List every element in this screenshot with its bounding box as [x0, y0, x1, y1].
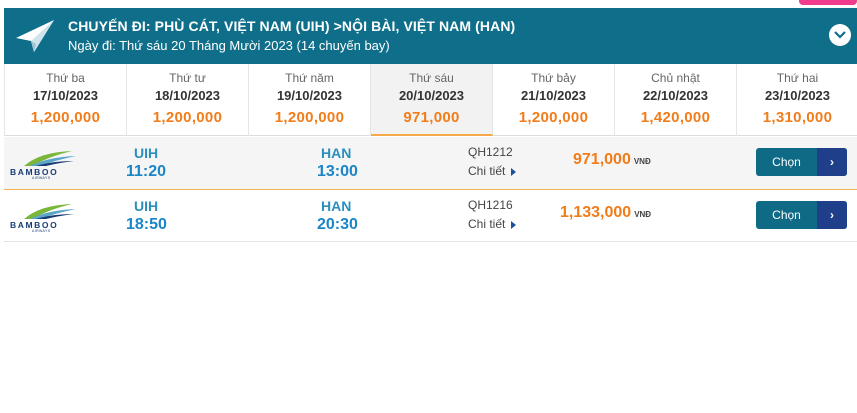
- date-tab[interactable]: Thứ bảy 21/10/2023 1,200,000: [493, 64, 615, 136]
- trip-header: CHUYẾN ĐI: PHÙ CÁT, VIỆT NAM (UIH) >NỘI …: [4, 8, 857, 64]
- select-flight-button[interactable]: Chọn ›: [756, 148, 847, 176]
- date-lowest-price: 1,420,000: [640, 109, 711, 126]
- date-lowest-price: 971,000: [403, 109, 460, 126]
- date-lowest-price: 1,200,000: [518, 109, 589, 126]
- arrival-time: 20:30: [317, 216, 358, 233]
- flight-number: QH1216: [468, 198, 513, 212]
- caret-right-icon: [511, 220, 517, 229]
- flight-number: QH1212: [468, 145, 513, 159]
- flight-price: 1,133,000 VNĐ: [560, 204, 651, 222]
- detail-label: Chi tiết: [468, 164, 506, 178]
- trip-title: CHUYẾN ĐI: PHÙ CÁT, VIỆT NAM (UIH) >NỘI …: [68, 18, 516, 34]
- date-weekday: Thứ bảy: [531, 71, 576, 85]
- top-accent-bar: [799, 0, 857, 5]
- date-weekday: Thứ ba: [46, 71, 85, 85]
- chevron-right-icon: ›: [817, 201, 847, 229]
- date-value: 22/10/2023: [642, 88, 709, 103]
- date-weekday: Chủ nhật: [651, 71, 700, 85]
- date-value: 20/10/2023: [398, 88, 465, 103]
- price-value: 971,000: [573, 151, 631, 168]
- date-tab[interactable]: Chủ nhật 22/10/2023 1,420,000: [615, 64, 737, 136]
- date-weekday: Thứ hai: [776, 71, 819, 85]
- date-value: 19/10/2023: [276, 88, 343, 103]
- date-tab[interactable]: Thứ năm 19/10/2023 1,200,000: [249, 64, 371, 136]
- date-value: 21/10/2023: [520, 88, 587, 103]
- detail-link[interactable]: Chi tiết: [468, 217, 517, 231]
- date-value: 18/10/2023: [154, 88, 221, 103]
- detail-link[interactable]: Chi tiết: [468, 164, 517, 178]
- select-label: Chọn: [772, 208, 801, 222]
- select-label: Chọn: [772, 155, 801, 169]
- departure-airport: UIH: [134, 145, 159, 161]
- flight-price: 971,000 VNĐ: [573, 151, 651, 169]
- date-weekday: Thứ năm: [285, 71, 334, 85]
- date-value: 17/10/2023: [32, 88, 99, 103]
- caret-right-icon: [511, 167, 517, 176]
- departure-airport: UIH: [134, 198, 159, 214]
- departure-time: 11:20: [126, 163, 167, 180]
- chevron-right-icon: ›: [817, 148, 847, 176]
- date-value: 23/10/2023: [764, 88, 831, 103]
- date-lowest-price: 1,200,000: [274, 109, 345, 126]
- date-tab[interactable]: Thứ tư 18/10/2023 1,200,000: [127, 64, 249, 136]
- flight-row: BAMBOO AIRWAYS UIH 11:20 HAN 13:00 QH121…: [4, 137, 857, 190]
- bamboo-airways-logo: BAMBOO AIRWAYS: [10, 203, 80, 233]
- chevron-down-icon[interactable]: [829, 24, 851, 46]
- paper-plane-icon: [14, 16, 56, 56]
- currency: VNĐ: [634, 210, 652, 219]
- date-weekday: Thứ tư: [169, 71, 206, 85]
- bamboo-airways-logo: BAMBOO AIRWAYS: [10, 150, 80, 180]
- arrival-airport: HAN: [321, 145, 352, 161]
- arrival-airport: HAN: [321, 198, 352, 214]
- date-tab[interactable]: Thứ ba 17/10/2023 1,200,000: [5, 64, 127, 136]
- departure-time: 18:50: [126, 216, 167, 233]
- price-value: 1,133,000: [560, 204, 632, 221]
- date-lowest-price: 1,200,000: [152, 109, 223, 126]
- currency: VNĐ: [633, 157, 651, 166]
- select-flight-button[interactable]: Chọn ›: [756, 201, 847, 229]
- arrival-time: 13:00: [317, 163, 358, 180]
- flight-row: BAMBOO AIRWAYS UIH 18:50 HAN 20:30 QH121…: [4, 190, 857, 242]
- date-tab-selected[interactable]: Thứ sáu 20/10/2023 971,000: [371, 64, 493, 136]
- date-tab[interactable]: Thứ hai 23/10/2023 1,310,000: [737, 64, 857, 136]
- date-lowest-price: 1,310,000: [762, 109, 833, 126]
- detail-label: Chi tiết: [468, 217, 506, 231]
- date-selector: Thứ ba 17/10/2023 1,200,000 Thứ tư 18/10…: [4, 64, 857, 136]
- trip-subtitle: Ngày đi: Thứ sáu 20 Tháng Mười 2023 (14 …: [68, 38, 390, 53]
- date-weekday: Thứ sáu: [409, 71, 454, 85]
- date-lowest-price: 1,200,000: [30, 109, 101, 126]
